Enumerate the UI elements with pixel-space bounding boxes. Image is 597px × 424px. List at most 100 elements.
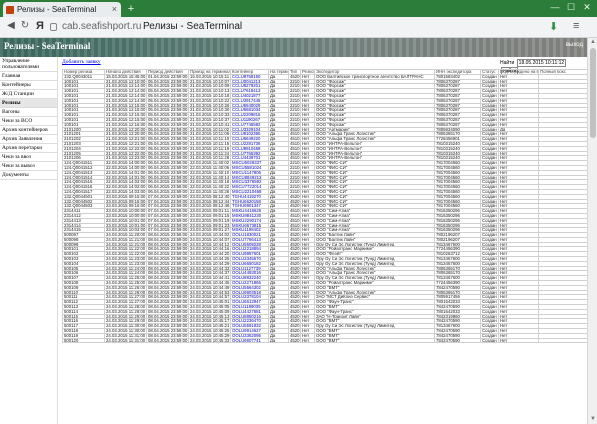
download-icon[interactable]: ⬇ xyxy=(549,20,558,33)
table-cell: 2210 xyxy=(288,102,301,109)
back-arrow-icon[interactable]: ◀ xyxy=(4,20,18,31)
table-cell: 24.03.2015 11:21:00 xyxy=(104,236,147,243)
table-cell: 05.04.2015 23:59:00 xyxy=(146,107,189,114)
table-row[interactable]: 500120 24.03.2015 11:31:00 08.04.2015 23:5… xyxy=(62,337,587,344)
scroll-down-icon[interactable]: ▼ xyxy=(589,415,597,424)
scrollbar-thumb[interactable] xyxy=(590,48,596,138)
table-cell: Создан xyxy=(480,203,499,210)
table-cell: 21.03.2015 10:11:02 xyxy=(188,126,231,133)
table-cell: 24.03.2015 11:31:00 xyxy=(104,332,147,339)
table-cell: 24.03.2015 11:24:00 xyxy=(104,270,147,277)
yandex-logo[interactable]: Я xyxy=(36,20,44,32)
table-cell: 21.03.2015 12:22:00 xyxy=(104,145,147,152)
sidebar-item[interactable]: Архив Заявления xyxy=(0,135,57,144)
table-cell: 4510 xyxy=(288,217,301,224)
sidebar-item[interactable]: Контейнеры xyxy=(0,81,57,90)
table-cell: 4510 xyxy=(288,145,301,152)
sidebar-item[interactable]: Вагоны xyxy=(0,108,57,117)
table-cell: 24.03.2015 11:25:00 xyxy=(104,280,147,286)
table-cell: Создан xyxy=(480,241,499,248)
table-cell: Создан xyxy=(480,212,499,219)
table-cell: 06.04.2015 23:59:00 xyxy=(146,179,189,186)
table-cell: Создан xyxy=(480,323,499,330)
table-cell: 05.04.2015 23:59:00 xyxy=(146,102,189,109)
sidebar-item[interactable]: Чеки за вывоз xyxy=(0,162,57,171)
table-cell: Создан xyxy=(480,184,499,190)
column-header[interactable]: Приезд на терминал xyxy=(188,69,231,75)
table-cell: 21.03.2015 12:15:00 xyxy=(104,116,147,123)
sidebar-item[interactable]: Главная xyxy=(0,72,57,81)
table-cell: 07.04.2015 23:59:00 xyxy=(146,222,189,229)
vertical-scrollbar[interactable]: ▲ ▼ xyxy=(587,38,597,424)
column-header[interactable]: Реэкспорт xyxy=(300,69,315,75)
table-cell: 21.03.2015 10:10:18 xyxy=(188,93,231,99)
column-header[interactable]: Статус xyxy=(480,69,499,75)
table-cell: 4510 xyxy=(288,208,301,214)
table-cell: 4520 xyxy=(288,294,301,301)
table-cell: 2210 xyxy=(288,83,301,90)
table-cell: Создан xyxy=(480,227,499,234)
logout-link[interactable]: выход xyxy=(566,42,583,48)
table-cell: 08.04.2015 23:59:00 xyxy=(146,236,189,243)
table-cell: 24.03.2015 10:44:53 xyxy=(188,289,231,296)
table-cell: 24.03.2015 10:44:33 xyxy=(188,265,231,272)
url-field[interactable]: cab.seafishport.ru xyxy=(62,21,142,32)
table-cell: 2210 xyxy=(288,116,301,123)
table-cell: 22.03.2015 11:40:22 xyxy=(188,184,231,190)
minimize-button[interactable]: — xyxy=(548,2,562,12)
table-cell: 4510 xyxy=(288,131,301,138)
browser-tab[interactable]: Релизы - SeaTerminal × xyxy=(3,2,121,17)
tab-close-icon[interactable]: × xyxy=(112,2,117,17)
scroll-up-icon[interactable]: ▲ xyxy=(589,38,597,47)
table-cell: 4520 xyxy=(288,260,301,267)
column-header[interactable]: Период действия xyxy=(146,69,189,75)
table-cell: Создан xyxy=(480,136,499,142)
close-window-button[interactable]: ✕ xyxy=(580,2,594,13)
sidebar-item[interactable]: Чеки за ВСО xyxy=(0,117,57,126)
sidebar-item[interactable]: Архив перетарки xyxy=(0,144,57,153)
table-cell: Создан xyxy=(480,155,499,162)
address-bar: ◀ ↻ Я cab.seafishport.ru Релизы - SeaTer… xyxy=(0,17,597,38)
browser-tab-bar: Релизы - SeaTerminal × + — ☐ ✕ xyxy=(0,0,597,17)
table-cell: 24.03.2015 10:45:17 xyxy=(188,318,231,325)
table-cell: 08.04.2015 23:59:00 xyxy=(146,313,189,320)
table-cell: 21.03.2015 12:14:00 xyxy=(104,88,147,94)
sidebar-item[interactable]: Документы xyxy=(0,171,57,180)
table-cell: 4510 xyxy=(288,150,301,157)
hamburger-icon[interactable]: ≡ xyxy=(573,20,579,32)
column-header[interactable]: Начало действия xyxy=(104,69,147,75)
table-cell: Создан xyxy=(480,318,499,325)
table-cell: 21.03.2015 10:10:26 xyxy=(188,102,231,109)
refresh-icon[interactable]: ↻ xyxy=(18,20,32,31)
table-cell: 24.03.2015 11:22:00 xyxy=(104,246,147,253)
maximize-button[interactable]: ☐ xyxy=(564,2,578,13)
table-cell: 4520 xyxy=(288,313,301,320)
table-cell: 22.03.2015 14:02:00 xyxy=(104,184,147,190)
table-cell: 23.03.2015 10:00:00 xyxy=(104,212,147,219)
table-cell: 2210 xyxy=(288,188,301,195)
sidebar-item[interactable]: Чеки за ввоз xyxy=(0,153,57,162)
table-cell: 23.03.2015 08:12:44 xyxy=(188,198,231,205)
table-cell: 22.03.2015 11:40:06 xyxy=(188,164,231,171)
table-cell: 15.03.2015 10:15:11 xyxy=(188,73,231,80)
table-cell: 24.03.2015 11:27:00 xyxy=(104,299,147,306)
date-filter-input[interactable]: 18.05.2015 10:11:12 xyxy=(516,59,567,67)
sidebar-item[interactable]: Релизы xyxy=(0,99,57,108)
table-cell: 21.03.2015 10:10:30 xyxy=(188,107,231,114)
table-cell: 4510 xyxy=(288,136,301,142)
add-request-link[interactable]: Добавить заявку xyxy=(62,59,101,65)
table-cell: 4520 xyxy=(288,304,301,310)
container-link[interactable]: OOLU6607741 xyxy=(230,337,269,344)
new-tab-button[interactable]: + xyxy=(124,4,138,15)
sidebar-item[interactable]: Архив контейнеров xyxy=(0,126,57,135)
table-cell: 06.04.2015 23:59:00 xyxy=(146,174,189,181)
sidebar-item[interactable]: Управление пользователями xyxy=(0,57,57,72)
table-cell: 23.03.2015 10:00:00 xyxy=(104,208,147,214)
table-cell: ООО Балтийское транспортное агентство БА… xyxy=(314,73,435,80)
table-cell: 24.03.2015 11:26:00 xyxy=(104,284,147,291)
table-cell: 01.04.2015 23:59:00 xyxy=(146,73,189,80)
table-cell: 4520 xyxy=(288,270,301,277)
column-header[interactable]: На терминале xyxy=(268,69,289,75)
sidebar-item[interactable]: Ж/Д Станции xyxy=(0,90,57,99)
column-header[interactable]: Подтверждено на выходе xyxy=(498,69,539,75)
